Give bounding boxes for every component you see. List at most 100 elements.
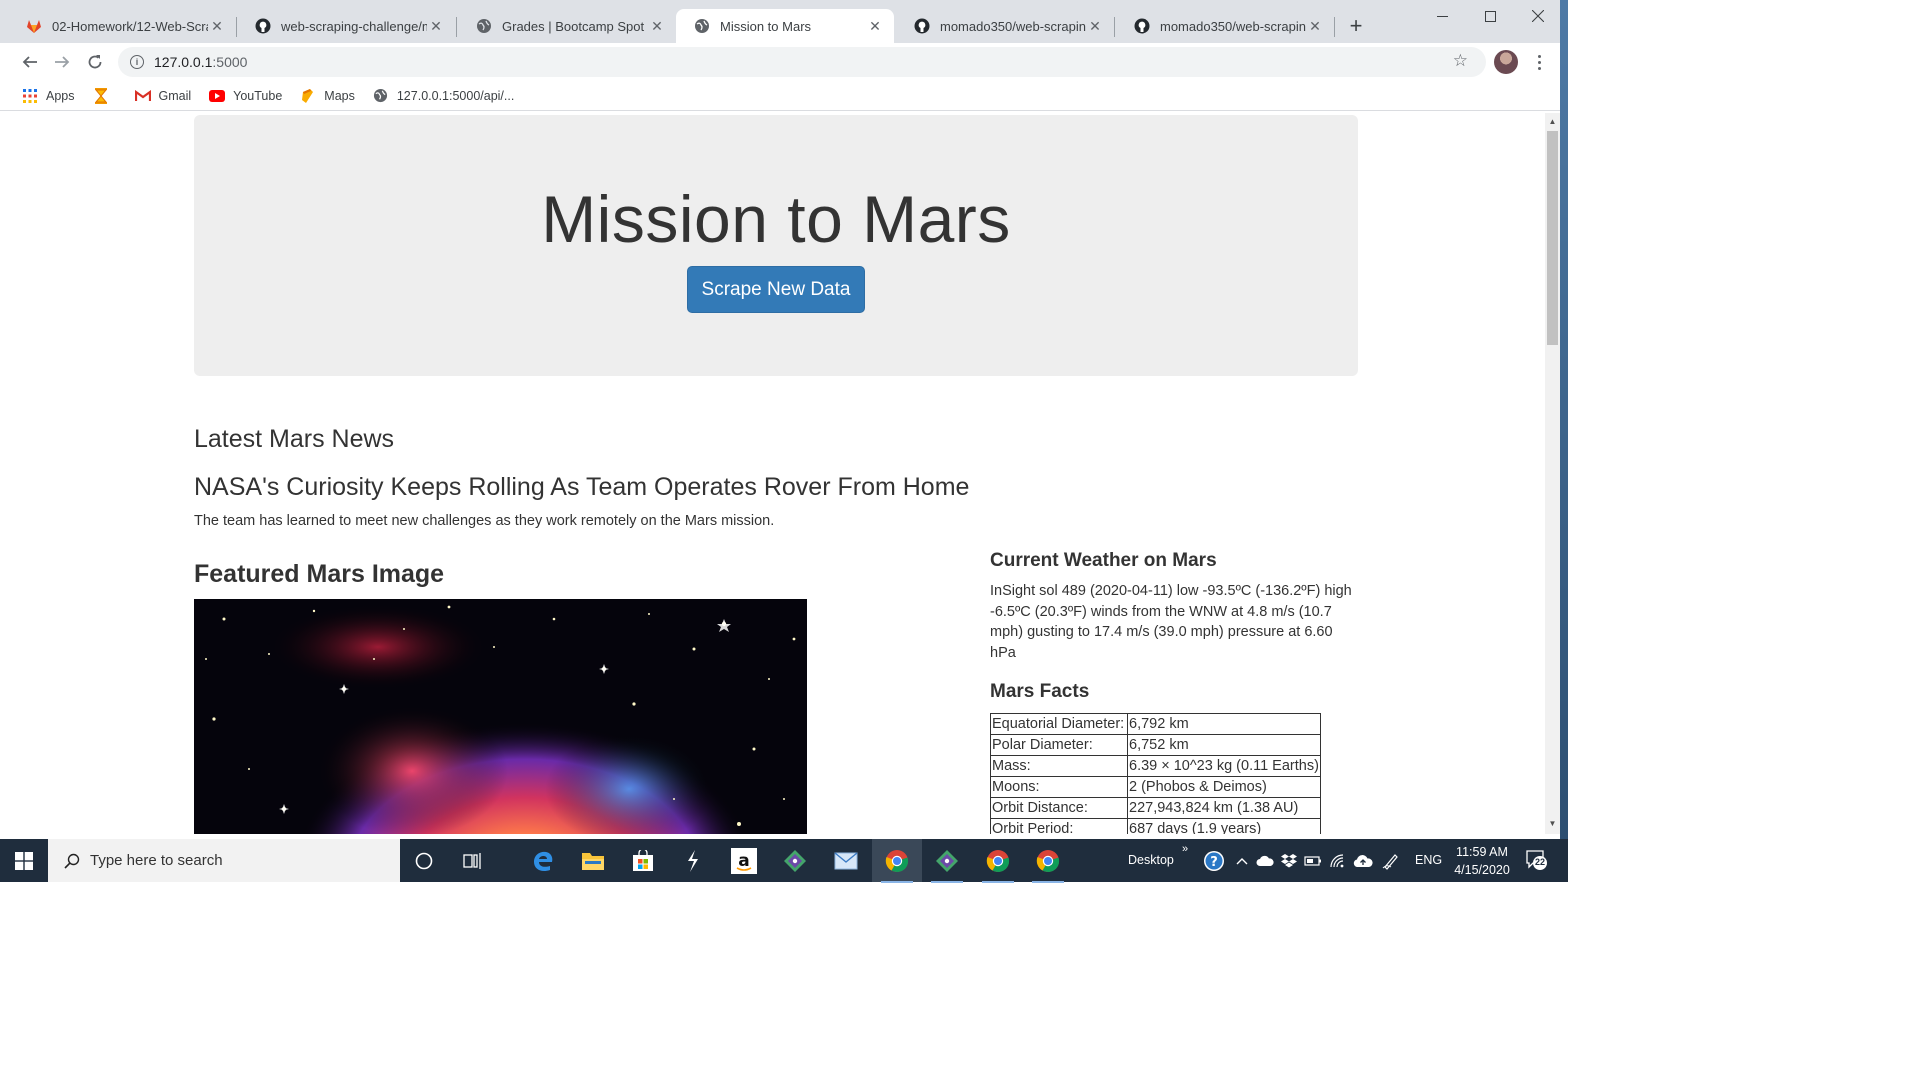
- tab-github-momado-2[interactable]: momado350/web-scraping- ✕: [1116, 9, 1334, 43]
- edge-icon[interactable]: [527, 845, 559, 877]
- tab-title: momado350/web-scraping-: [1160, 18, 1306, 34]
- clock-date: 4/15/2020: [1454, 863, 1510, 877]
- bookmark-api[interactable]: 127.0.0.1:5000/api/...: [373, 88, 514, 104]
- tab-mission-to-mars[interactable]: Mission to Mars ✕: [676, 9, 894, 43]
- new-tab-button[interactable]: +: [1344, 13, 1368, 38]
- close-tab-icon[interactable]: ✕: [1306, 17, 1324, 35]
- desktop-background-edge: [1560, 0, 1568, 882]
- svg-text:?: ?: [1210, 855, 1218, 870]
- fact-label: Orbit Period:: [990, 818, 1128, 834]
- maximize-button[interactable]: [1466, 0, 1514, 32]
- github-icon: [1134, 18, 1150, 34]
- close-tab-icon[interactable]: ✕: [1086, 17, 1104, 35]
- page-scrollbar[interactable]: ▲ ▼: [1545, 113, 1560, 834]
- close-tab-icon[interactable]: ✕: [208, 17, 226, 35]
- globe-icon: [373, 88, 389, 104]
- chevron-double-right-icon[interactable]: »: [1182, 843, 1188, 855]
- language-indicator[interactable]: ENG: [1415, 853, 1442, 867]
- tab-github-challenge[interactable]: web-scraping-challenge/mis ✕: [237, 9, 455, 43]
- taskbar-search-input[interactable]: Type here to search: [48, 839, 400, 882]
- tab-gitlab-homework[interactable]: 02-Homework/12-Web-Scra ✕: [8, 9, 236, 43]
- git-icon[interactable]: [779, 845, 811, 877]
- minimize-button[interactable]: [1418, 0, 1466, 32]
- action-center-icon[interactable]: 22: [1525, 848, 1547, 870]
- file-explorer-icon[interactable]: [577, 845, 609, 877]
- fact-value: 6,752 km: [1127, 734, 1321, 756]
- address-bar[interactable]: i 127.0.0.1:5000 ☆: [118, 47, 1486, 77]
- fact-value: 2 (Phobos & Deimos): [1127, 776, 1321, 798]
- pen-icon[interactable]: [1375, 845, 1407, 877]
- weather-heading: Current Weather on Mars: [990, 550, 1217, 571]
- search-placeholder: Type here to search: [90, 852, 223, 869]
- store-icon[interactable]: [627, 845, 659, 877]
- bookmark-gmail[interactable]: Gmail: [134, 88, 192, 104]
- bookmark-label: 127.0.0.1:5000/api/...: [396, 88, 515, 103]
- news-teaser: The team has learned to meet new challen…: [194, 513, 775, 529]
- hourglass-icon: [93, 87, 109, 104]
- reload-button[interactable]: [82, 49, 108, 75]
- scrollbar-thumb[interactable]: [1547, 131, 1558, 345]
- scroll-up-arrow-icon[interactable]: ▲: [1548, 117, 1557, 126]
- gitlab-icon: [26, 18, 42, 34]
- tab-strip: 02-Homework/12-Web-Scra ✕ web-scraping-c…: [0, 0, 1568, 43]
- fact-value: 687 days (1.9 years): [1127, 818, 1321, 834]
- close-tab-icon[interactable]: ✕: [427, 17, 445, 35]
- tab-bootcamp-grades[interactable]: Grades | Bootcamp Spot ✕: [458, 9, 676, 43]
- amazon-icon[interactable]: a: [728, 845, 760, 877]
- chrome-icon[interactable]: [881, 845, 913, 883]
- mars-facts-heading: Mars Facts: [990, 681, 1090, 702]
- back-arrow-icon: [22, 56, 37, 68]
- profile-avatar[interactable]: [1494, 50, 1518, 74]
- close-tab-icon[interactable]: ✕: [648, 17, 666, 35]
- windows-logo-icon: [15, 851, 33, 870]
- bookmark-star-icon[interactable]: ☆: [1453, 51, 1468, 71]
- git-bash-icon[interactable]: [677, 845, 709, 877]
- chrome-icon[interactable]: [982, 845, 1014, 883]
- cortana-icon[interactable]: [408, 845, 440, 877]
- tab-divider: [1334, 17, 1335, 37]
- featured-mars-image: [194, 599, 807, 834]
- table-row: Orbit Period: 687 days (1.9 years): [990, 818, 1321, 834]
- system-clock[interactable]: 11:59 AM 4/15/2020: [1448, 843, 1516, 879]
- table-row: Polar Diameter: 6,752 km: [990, 734, 1321, 756]
- bookmark-maps[interactable]: Maps: [300, 88, 355, 104]
- tab-title: momado350/web-scraping-: [940, 18, 1086, 34]
- taskbar: Type here to search a Desktop » ? ENG 11…: [0, 839, 1568, 883]
- search-icon: [64, 853, 80, 869]
- desktop-toolbar-label[interactable]: Desktop: [1128, 853, 1174, 867]
- table-row: Equatorial Diameter: 6,792 km: [990, 713, 1321, 735]
- close-tab-icon[interactable]: ✕: [866, 17, 884, 35]
- close-window-button[interactable]: [1514, 0, 1562, 32]
- bookmark-youtube[interactable]: YouTube: [209, 88, 282, 104]
- bookmarks-bar: Apps Gmail YouTube Maps 127.0.0.1:5000/a…: [0, 81, 1568, 111]
- fact-value: 6,792 km: [1127, 713, 1321, 735]
- bookmark-apps[interactable]: Apps: [22, 88, 75, 104]
- start-button[interactable]: [0, 839, 48, 882]
- svg-text:a: a: [738, 851, 749, 871]
- address-url: 127.0.0.1:5000: [154, 54, 248, 70]
- fact-label: Equatorial Diameter:: [990, 713, 1128, 735]
- featured-image-heading: Featured Mars Image: [194, 560, 445, 588]
- bookmark-label: Apps: [46, 88, 75, 103]
- bookmark-label: Gmail: [158, 88, 192, 103]
- fact-value: 227,943,824 km (1.38 AU): [1127, 797, 1321, 819]
- fact-value: 6.39 × 10^23 kg (0.11 Earths): [1127, 755, 1321, 777]
- tab-title: web-scraping-challenge/mis: [281, 18, 427, 34]
- gitkraken-icon[interactable]: [931, 845, 963, 883]
- page-viewport: Mission to Mars Scrape New Data Latest M…: [8, 113, 1545, 834]
- notification-count: 22: [1534, 857, 1545, 867]
- forward-button[interactable]: [49, 49, 75, 75]
- browser-menu-icon[interactable]: [1530, 50, 1548, 74]
- mail-icon[interactable]: [830, 845, 862, 877]
- table-row: Orbit Distance: 227,943,824 km (1.38 AU): [990, 797, 1321, 819]
- apps-grid-icon: [22, 88, 38, 104]
- back-button[interactable]: [17, 49, 43, 75]
- info-icon[interactable]: i: [130, 55, 144, 69]
- tab-divider: [456, 17, 457, 37]
- scrape-new-data-button[interactable]: Scrape New Data: [687, 266, 865, 313]
- chrome-icon[interactable]: [1032, 845, 1064, 883]
- bookmark-hourglass[interactable]: [93, 87, 117, 104]
- scroll-down-arrow-icon[interactable]: ▼: [1548, 819, 1557, 828]
- tab-github-momado-1[interactable]: momado350/web-scraping- ✕: [896, 9, 1114, 43]
- task-view-icon[interactable]: [457, 845, 489, 877]
